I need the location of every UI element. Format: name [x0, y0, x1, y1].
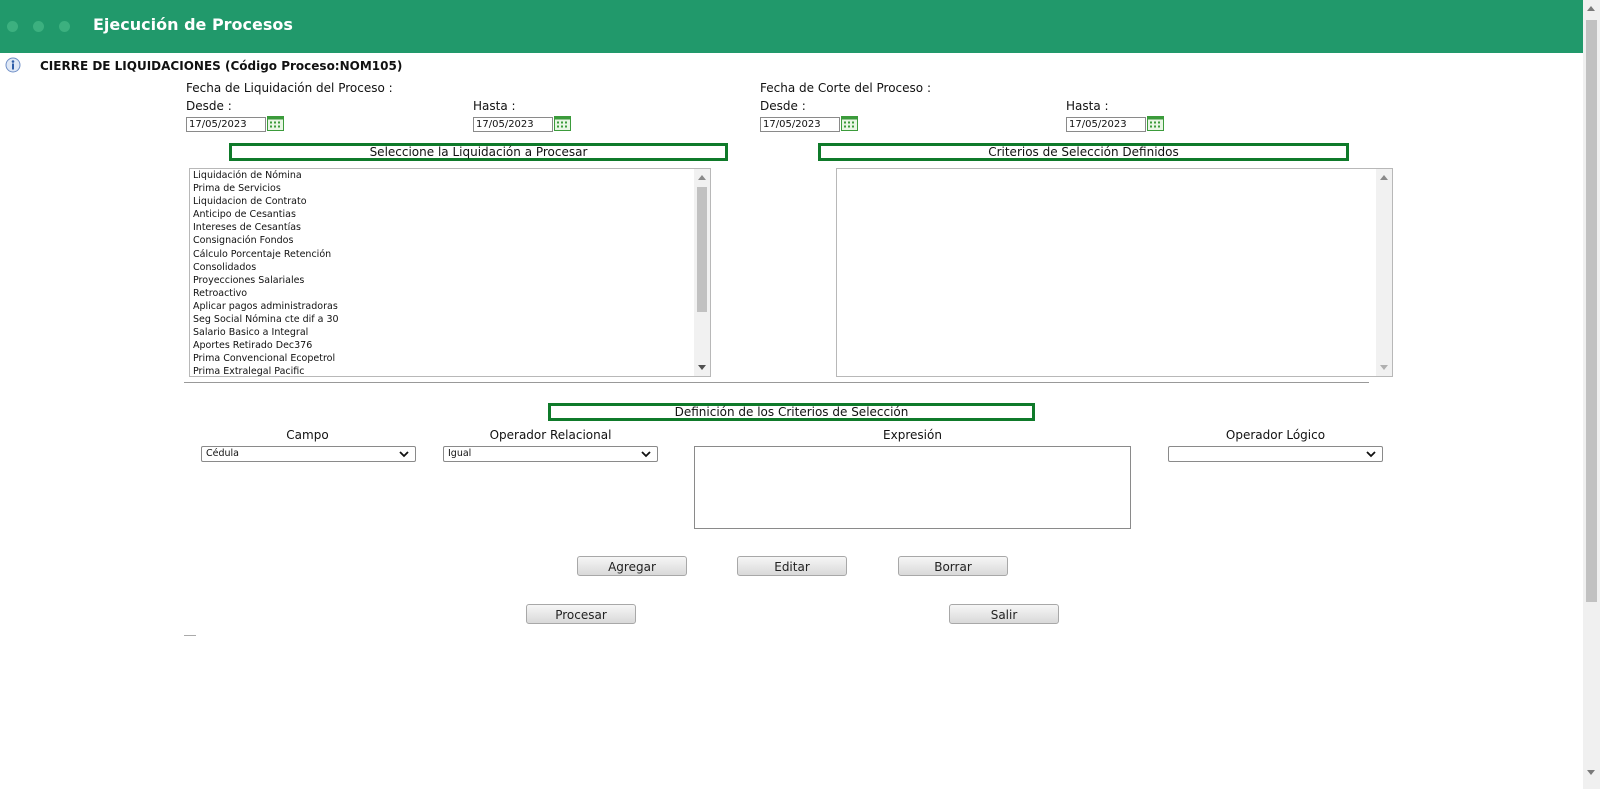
scroll-down-icon[interactable]	[1587, 770, 1595, 775]
process-button[interactable]: Procesar	[526, 604, 636, 624]
edit-button[interactable]: Editar	[737, 556, 847, 576]
liquidation-from-label: Desde :	[186, 99, 232, 113]
cut-to-date-input[interactable]	[1066, 117, 1146, 132]
expression-label: Expresión	[883, 428, 942, 442]
list-item[interactable]: Salario Basico a Integral	[190, 326, 710, 339]
add-button[interactable]: Agregar	[577, 556, 687, 576]
logical-operator-select[interactable]	[1168, 446, 1383, 462]
list-item[interactable]: Liquidación de Nómina	[190, 169, 710, 182]
cut-from-date-input[interactable]	[760, 117, 840, 132]
liquidations-list: Liquidación de Nómina Prima de Servicios L…	[190, 169, 710, 376]
list-item[interactable]: Prima de Servicios	[190, 182, 710, 195]
listbox-scrollbar[interactable]	[694, 169, 710, 376]
calendar-icon[interactable]	[267, 116, 284, 131]
scroll-down-icon[interactable]	[698, 365, 706, 370]
relational-operator-label: Operador Relacional	[489, 428, 612, 442]
app-header: Ejecución de Procesos	[0, 0, 1600, 53]
process-title: CIERRE DE LIQUIDACIONES (Código Proceso:…	[40, 59, 403, 73]
listbox-scrollbar[interactable]	[1376, 169, 1392, 376]
liquidation-from-date-input[interactable]	[186, 117, 266, 132]
scroll-down-icon[interactable]	[1380, 365, 1388, 370]
chevron-down-icon	[641, 451, 651, 458]
cut-date-label: Fecha de Corte del Proceso :	[760, 81, 931, 95]
field-select-value: Cédula	[206, 448, 239, 459]
expression-textarea[interactable]	[694, 446, 1131, 529]
page-scroll-thumb[interactable]	[1586, 20, 1597, 602]
liquidation-to-date-input[interactable]	[473, 117, 553, 132]
list-item[interactable]: Seg Social Nómina cte dif a 30	[190, 313, 710, 326]
list-item[interactable]: Consignación Fondos	[190, 234, 710, 247]
window-dot-icon	[59, 21, 70, 32]
scroll-up-icon[interactable]	[698, 175, 706, 180]
list-item[interactable]: Aplicar pagos administradoras	[190, 300, 710, 313]
liquidation-date-label: Fecha de Liquidación del Proceso :	[186, 81, 393, 95]
liquidations-listbox[interactable]: Liquidación de Nómina Prima de Servicios L…	[189, 168, 711, 377]
calendar-icon[interactable]	[841, 116, 858, 131]
cut-from-label: Desde :	[760, 99, 806, 113]
list-item[interactable]: Retroactivo	[190, 287, 710, 300]
calendar-icon[interactable]	[1147, 116, 1164, 131]
logical-operator-label: Operador Lógico	[1225, 428, 1326, 442]
section-divider	[184, 382, 1369, 383]
scroll-thumb[interactable]	[697, 187, 707, 312]
list-item[interactable]: Cálculo Porcentaje Retención	[190, 248, 710, 261]
list-item[interactable]: Prima Extralegal Pacific	[190, 365, 710, 376]
cut-to-label: Hasta :	[1066, 99, 1109, 113]
list-item[interactable]: Consolidados	[190, 261, 710, 274]
liquidations-header: Seleccione la Liquidación a Procesar	[229, 143, 728, 161]
window-dot-icon	[33, 21, 44, 32]
chevron-down-icon	[1366, 451, 1376, 458]
criteria-defined-header: Criterios de Selección Definidos	[818, 143, 1349, 161]
calendar-icon[interactable]	[554, 116, 571, 131]
window-dot-icon	[7, 21, 18, 32]
list-item[interactable]: Liquidacion de Contrato	[190, 195, 710, 208]
liquidation-to-label: Hasta :	[473, 99, 516, 113]
info-icon	[5, 57, 21, 73]
page-scrollbar[interactable]	[1583, 0, 1600, 789]
scroll-up-icon[interactable]	[1587, 6, 1595, 11]
criteria-defined-listbox[interactable]	[836, 168, 1393, 377]
list-item[interactable]: Intereses de Cesantías	[190, 221, 710, 234]
chevron-down-icon	[399, 451, 409, 458]
list-item[interactable]: Proyecciones Salariales	[190, 274, 710, 287]
criteria-definition-header: Definición de los Criterios de Selección	[548, 403, 1035, 421]
relational-operator-select[interactable]: Igual	[443, 446, 658, 462]
list-item[interactable]: Aportes Retirado Dec376	[190, 339, 710, 352]
app-title: Ejecución de Procesos	[93, 15, 293, 34]
relational-operator-value: Igual	[448, 448, 472, 459]
field-label: Campo	[286, 428, 329, 442]
delete-button[interactable]: Borrar	[898, 556, 1008, 576]
list-item[interactable]: Prima Convencional Ecopetrol	[190, 352, 710, 365]
exit-button[interactable]: Salir	[949, 604, 1059, 624]
divider-mark	[184, 635, 196, 636]
scroll-up-icon[interactable]	[1380, 175, 1388, 180]
list-item[interactable]: Anticipo de Cesantias	[190, 208, 710, 221]
field-select[interactable]: Cédula	[201, 446, 416, 462]
